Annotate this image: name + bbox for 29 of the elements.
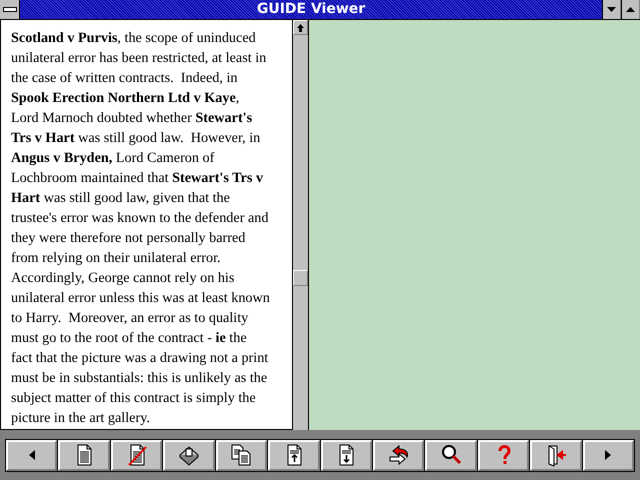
pages-button[interactable]	[216, 440, 268, 470]
window-title: GUIDE Viewer	[256, 0, 366, 19]
page-up-button[interactable]	[268, 440, 320, 470]
stack-button[interactable]	[163, 440, 215, 470]
minimize-button[interactable]	[602, 0, 621, 19]
door-exit-button[interactable]	[530, 440, 582, 470]
scrollbar[interactable]	[293, 20, 309, 430]
maximize-button[interactable]	[621, 0, 640, 19]
up-arrow-icon	[626, 7, 635, 12]
page-down-button[interactable]	[320, 440, 372, 470]
scroll-up-button[interactable]	[293, 20, 308, 35]
swap-arrows-icon	[386, 443, 411, 467]
previous-arrow-icon	[28, 450, 35, 460]
search-icon	[439, 443, 464, 467]
previous-arrow-button[interactable]	[6, 440, 58, 470]
next-arrow-icon	[605, 450, 612, 460]
down-arrow-icon	[607, 7, 616, 12]
help-button[interactable]	[478, 440, 530, 470]
search-button[interactable]	[425, 440, 477, 470]
page-button[interactable]	[58, 440, 110, 470]
document-text: Scotland v Purvis, the scope of uninduced unilateral error has been restricted, at least in the case of written contracts. Indeed, in Spook Erection Northern Ltd v Kaye, Lord Marnoch doubted whether Stewart's Trs v Hart was still good law. However, in Angus v Bryden, Lord Cameron of Lochbroom maintained that Stewart's Trs v Hart was still good law, given that the trustee's error was known to the defender and they were therefore not personally barred from relying on their unilateral error. Accordingly, George cannot rely on his unilateral error unless this was at least known to Harry. Moreover, an error as to quality must go to the root of the contract - ie the fact that the picture was a drawing not a print must be in substantials: this is unlikely as the subject matter of this contract is simply the picture in the art gallery.	[11, 29, 271, 428]
swap-arrows-button[interactable]	[372, 440, 424, 470]
system-menu-button[interactable]	[0, 0, 20, 19]
crossed-page-button[interactable]	[110, 440, 162, 470]
next-arrow-button[interactable]	[582, 440, 634, 470]
scroll-thumb[interactable]	[293, 270, 308, 286]
pages-icon	[229, 443, 254, 467]
system-menu-icon	[2, 6, 16, 12]
up-arrow-icon	[297, 24, 304, 32]
